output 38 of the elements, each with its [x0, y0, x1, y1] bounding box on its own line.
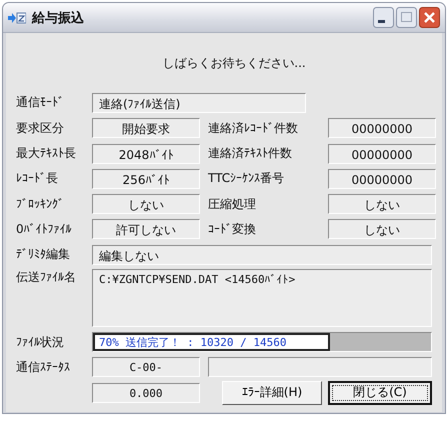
dialog-button[interactable]: 閉じる(C) [328, 380, 432, 405]
field-label: 通信ｽﾃｰﾀｽ [16, 358, 71, 376]
value-field: しない [328, 194, 436, 214]
value-field: 編集しない [92, 244, 432, 265]
value-field: 許可しない [92, 219, 200, 240]
close-button[interactable] [419, 7, 440, 28]
field-label: ﾌｧｲﾙ状況 [16, 334, 65, 351]
progress-text: 70% 送信完了！ : 10320 / 14560 [98, 336, 286, 350]
value-field: 00000000 [328, 144, 436, 164]
field-label: 最大ﾃｷｽﾄ長 [16, 145, 77, 162]
field-label: ﾃﾞﾘﾐﾀ編集 [16, 246, 71, 264]
value-field: 256ﾊﾞｲﾄ [92, 168, 200, 189]
value-field: 00000000 [328, 118, 436, 138]
status-field: C-00- [92, 357, 200, 378]
value-field: 00000000 [328, 168, 436, 189]
field-label: ｺｰﾄﾞ変換 [208, 220, 257, 238]
mode-field: 連絡(ﾌｧｲﾙ送信) [92, 92, 306, 113]
value-field: 2048ﾊﾞｲﾄ [92, 144, 200, 164]
field-label: 要求区分 [16, 120, 65, 137]
minimize-button[interactable] [373, 7, 394, 28]
value-field: しない [92, 194, 200, 214]
value-field: しない [328, 219, 436, 240]
value-field: 開始要求 [92, 118, 200, 138]
dialog-button[interactable]: ｴﾗｰ詳細(H) [222, 380, 322, 405]
field-label: 圧縮処理 [208, 196, 257, 213]
field-label: 伝送ﾌｧｲﾙ名 [16, 269, 77, 286]
field-label: ﾚｺｰﾄﾞ長 [16, 170, 59, 188]
wait-message: しばらくお待ちください... [161, 55, 307, 72]
field-label: TTCｼｰｹﾝｽ番号 [208, 170, 286, 188]
field-label: ﾌﾞﾛｯｷﾝｸﾞ [16, 197, 65, 212]
elapsed-field: 0.000 [92, 382, 200, 403]
window-title: 給与振込 [32, 10, 85, 26]
field-label: 連絡済ﾚｺｰﾄﾞ件数 [208, 120, 299, 137]
field-label: 0ﾊﾞｲﾄﾌｧｲﾙ [16, 222, 73, 236]
field-label: 通信ﾓｰﾄﾞ [16, 94, 65, 112]
app-icon [8, 10, 26, 24]
file-name-field: C:¥ZGNTCP¥SEND.DAT <14560ﾊﾞｲﾄ> [92, 269, 432, 328]
field-label: 連絡済ﾃｷｽﾄ件数 [208, 145, 293, 162]
